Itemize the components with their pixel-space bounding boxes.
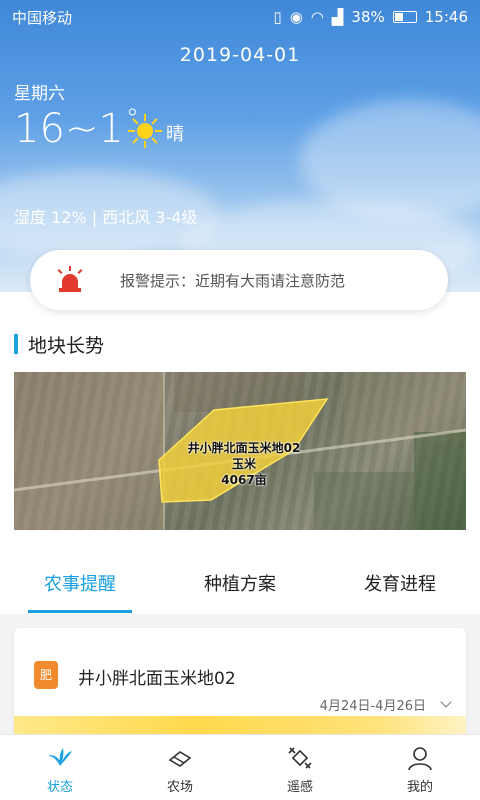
plot-crop: 玉米 xyxy=(231,457,256,471)
temperature-value: 16~1 xyxy=(14,106,124,152)
weather-condition: 晴 xyxy=(166,124,184,145)
tab-growth-progress[interactable]: 发育进程 xyxy=(320,548,480,614)
section-accent-bar xyxy=(14,334,18,354)
carrier-label: 中国移动 xyxy=(12,8,73,27)
section-title-text: 地块长势 xyxy=(28,334,105,357)
nav-status-label: 状态 xyxy=(46,780,73,795)
plot-label: 井小胖北面玉米地02 玉米 4067亩 xyxy=(174,440,314,488)
weather-header: 中国移动 ▯ ◉ ◠ ▟ 38% 15:46 2019-04-01 星期六 16… xyxy=(0,0,480,292)
eye-icon: ◉ xyxy=(289,8,303,26)
plot-name: 井小胖北面玉米地02 xyxy=(187,441,301,455)
clock: 15:46 xyxy=(424,8,468,26)
farm-icon xyxy=(168,751,192,767)
reminder-title: 井小胖北面玉米地02 xyxy=(78,669,236,689)
humidity-wind: 湿度 12% | 西北风 3-4级 xyxy=(14,208,198,227)
chevron-down-icon[interactable] xyxy=(440,696,452,708)
nav-remote-sensing[interactable]: 遥感 xyxy=(240,735,360,800)
nav-farm[interactable]: 农场 xyxy=(120,735,240,800)
alert-banner[interactable]: 报警提示：近期有大雨请注意防范 xyxy=(30,250,448,310)
reminder-date-range: 4月24日-4月26日 xyxy=(319,699,426,714)
nav-profile[interactable]: 我的 xyxy=(360,735,480,800)
status-bar: 中国移动 ▯ ◉ ◠ ▟ 38% 15:46 xyxy=(0,0,480,34)
reminder-card[interactable]: 肥 井小胖北面玉米地02 4月24日-4月26日 xyxy=(14,628,466,738)
satellite-map[interactable]: 井小胖北面玉米地02 玉米 4067亩 xyxy=(14,372,466,530)
fertilizer-icon: 肥 xyxy=(34,661,58,689)
battery-percent: 38% xyxy=(351,8,385,26)
weather-date: 2019-04-01 xyxy=(179,44,301,66)
section-title: 地块长势 xyxy=(14,333,105,357)
sun-icon xyxy=(128,114,162,148)
plot-area: 4067亩 xyxy=(221,473,267,487)
profile-icon xyxy=(408,747,432,771)
vibrate-icon: ▯ xyxy=(273,8,282,26)
tab-planting-plan[interactable]: 种植方案 xyxy=(160,548,320,614)
nav-remote-sensing-label: 遥感 xyxy=(286,780,313,795)
remote-sensing-icon xyxy=(288,747,312,769)
alert-text: 报警提示：近期有大雨请注意防范 xyxy=(120,271,346,290)
weather-weekday: 星期六 xyxy=(14,84,65,104)
siren-icon xyxy=(56,266,84,294)
status-icon xyxy=(48,748,72,766)
tab-bar: 农事提醒 种植方案 发育进程 xyxy=(0,548,480,614)
tab-farming-reminder[interactable]: 农事提醒 xyxy=(0,548,160,614)
temperature-range: 16~1 ° xyxy=(14,104,139,152)
nav-profile-label: 我的 xyxy=(406,780,433,795)
bottom-nav: 状态 农场 遥感 我的 xyxy=(0,734,480,800)
signal-icon: ▟ xyxy=(331,8,344,26)
wifi-icon: ◠ xyxy=(310,8,324,26)
nav-status[interactable]: 状态 xyxy=(0,735,120,800)
battery-icon xyxy=(392,11,417,23)
nav-farm-label: 农场 xyxy=(166,780,193,795)
